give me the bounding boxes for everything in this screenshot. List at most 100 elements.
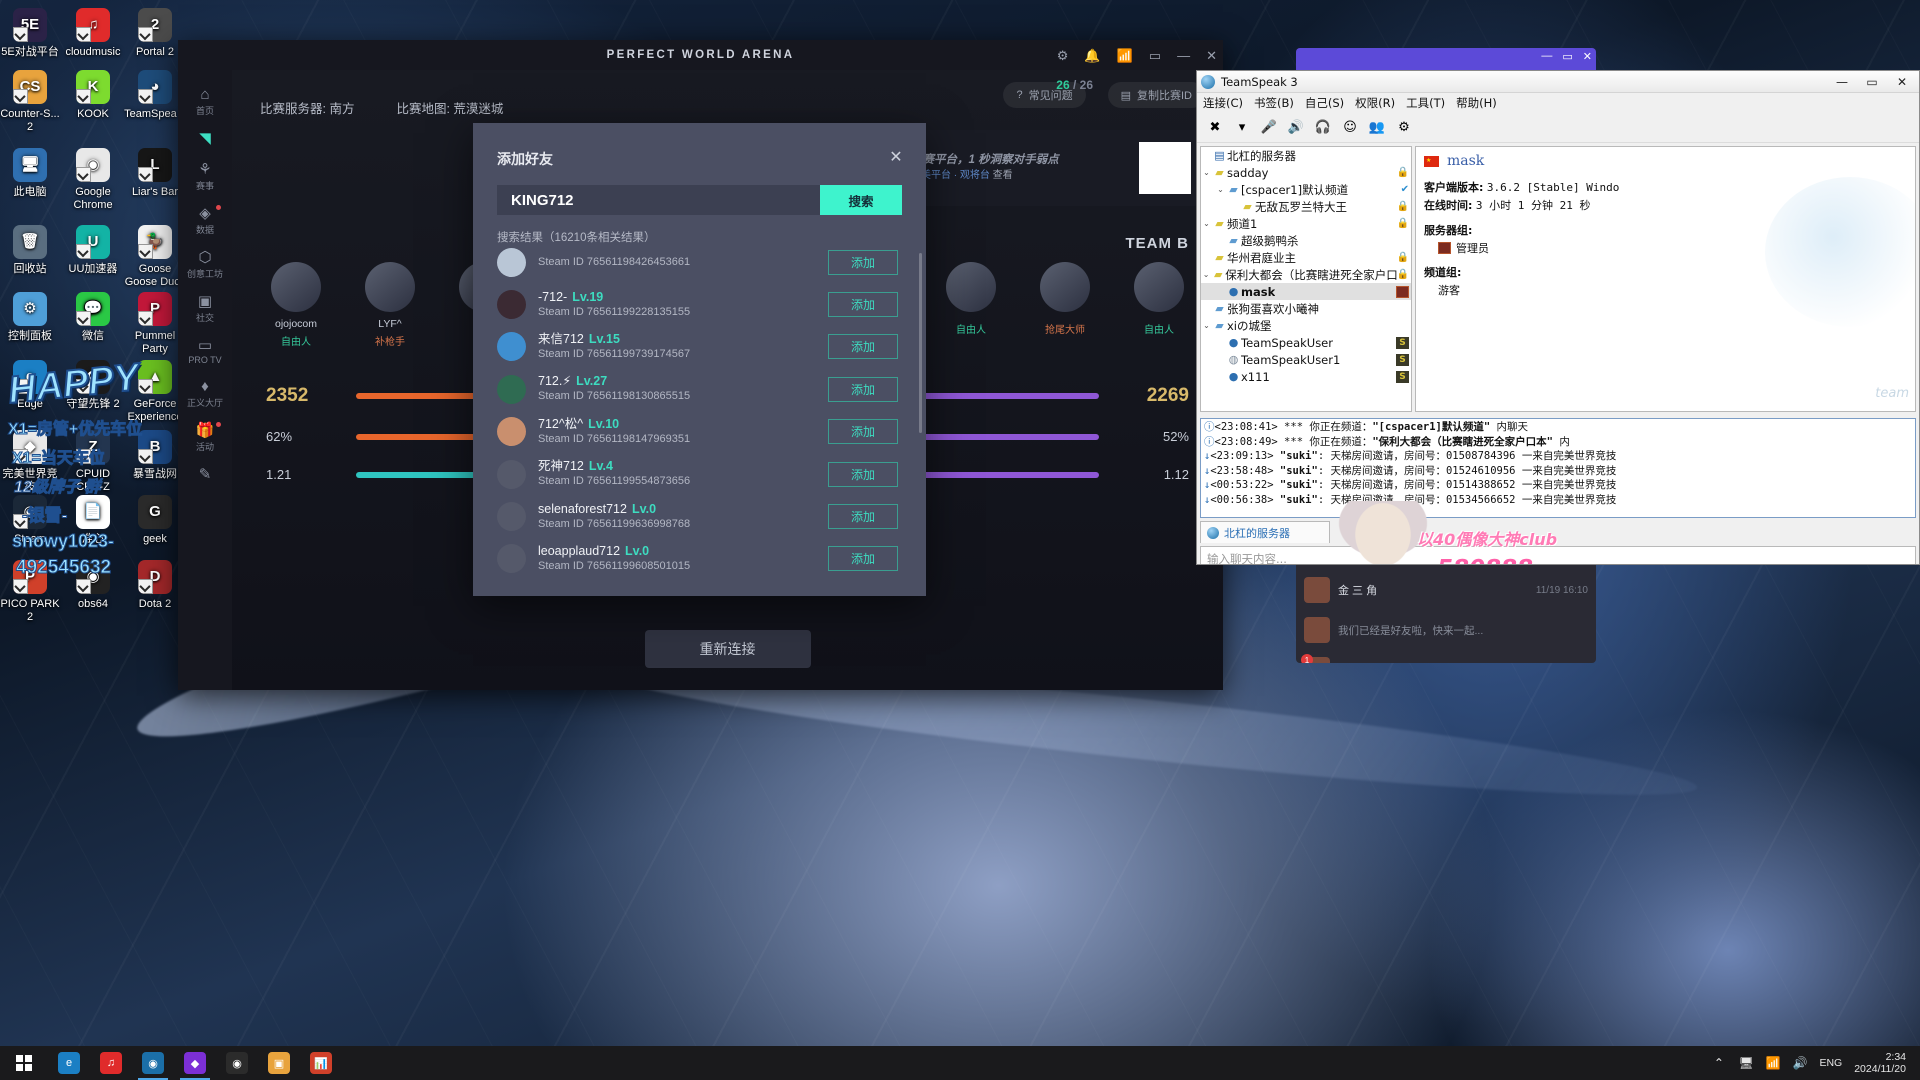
- search-input[interactable]: [497, 185, 820, 215]
- teamspeak-menu-item[interactable]: 自己(S): [1305, 95, 1344, 111]
- teamspeak-menu-item[interactable]: 帮助(H): [1456, 95, 1497, 111]
- smiley-icon[interactable]: ☺: [1340, 118, 1360, 138]
- users-icon[interactable]: 👥: [1367, 118, 1387, 138]
- teamspeak-toolbar[interactable]: ✖ ▾ 🎤 🔊 🎧 ☺ 👥 ⚙: [1197, 113, 1919, 143]
- add-friend-button[interactable]: 添加: [828, 504, 898, 530]
- desktop-icon[interactable]: L Liar's Bar: [124, 148, 186, 199]
- game-window-control[interactable]: ✕: [1206, 49, 1217, 62]
- taskbar-item[interactable]: ◉: [216, 1046, 258, 1080]
- chevron-down-icon[interactable]: ⌄: [1215, 185, 1226, 194]
- player-card[interactable]: ojojocom 自由人: [266, 262, 326, 348]
- reconnect-button[interactable]: 重新连接: [644, 630, 811, 668]
- volume-icon[interactable]: 🔊: [1792, 1056, 1807, 1070]
- desktop-icon[interactable]: Ggeek: [124, 495, 186, 546]
- disconnect-icon[interactable]: ✖: [1205, 118, 1225, 138]
- teamspeak-tree-row[interactable]: ▤ 北杠的服务器: [1201, 147, 1411, 164]
- desktop-icon[interactable]: P PICO PARK 2: [0, 560, 61, 623]
- teamspeak-menu-item[interactable]: 书签(B): [1254, 95, 1294, 111]
- game-window-control[interactable]: ▭: [1149, 49, 1161, 62]
- teamspeak-window-controls[interactable]: — ▭ ✕: [1827, 71, 1917, 92]
- clock[interactable]: 2:34 2024/11/20: [1854, 1051, 1906, 1075]
- desktop-icon[interactable]: ◉ Steam: [0, 495, 61, 546]
- desktop-icon[interactable]: ⚙ 控制面板: [0, 292, 61, 343]
- taskbar-items[interactable]: e ♫ ◉ ◆ ◉ ▣ 📊: [48, 1046, 342, 1080]
- desktop-icon[interactable]: Z CPUID CPU-Z: [62, 430, 124, 493]
- desktop-icon[interactable]: 🖥 此电脑: [0, 148, 61, 199]
- chevron-down-icon[interactable]: ⌄: [1201, 219, 1212, 228]
- search-result-row[interactable]: 712^松^ Lv.10 Steam ID 76561198147969351 添加: [497, 411, 910, 453]
- gear-icon[interactable]: ⚙: [1394, 118, 1414, 138]
- promo-banner[interactable]: 观赛平台，1 秒洞察对手弱点 完美平台 · 观将台 查看: [901, 130, 1201, 206]
- desktop-icon[interactable]: D Dota 2: [124, 560, 186, 611]
- game-toolbar-pill[interactable]: ▤ 复制比赛ID: [1107, 82, 1205, 108]
- teamspeak-window-control[interactable]: ✕: [1887, 71, 1917, 92]
- teamspeak-channel-tree[interactable]: ▤ 北杠的服务器 ⌄ ▰ sadday 🔒 ⌄ ▰ [cspacer1]默认频道 ✔ ▰ 无敌瓦罗兰特…: [1200, 146, 1412, 412]
- game-sidebar-item[interactable]: 🎁 活动: [181, 422, 229, 453]
- game-toolbar[interactable]: ? 常见问题 ▤ 复制比赛ID: [985, 74, 1223, 116]
- player-card[interactable]: 自由人: [941, 262, 1001, 336]
- game-sidebar-item[interactable]: ♦ 正义大厅: [181, 378, 229, 409]
- player-card[interactable]: 抢尾大师: [1035, 262, 1095, 336]
- teamspeak-tree-row[interactable]: ● TeamSpeakUser S: [1201, 334, 1411, 351]
- add-friend-button[interactable]: 添加: [828, 419, 898, 445]
- close-icon[interactable]: ✕: [886, 147, 906, 167]
- search-result-row[interactable]: 死神712 Lv.4 Steam ID 76561199554873656 添加: [497, 453, 910, 495]
- system-tray[interactable]: ⌃ 🖥 📶 🔊 ENG 2:34 2024/11/20: [1711, 1046, 1920, 1080]
- chevron-down-icon[interactable]: ⌄: [1201, 168, 1212, 177]
- taskbar-item[interactable]: ◉: [132, 1046, 174, 1080]
- team-b-players[interactable]: 自由人 抢尾大师 自由人: [941, 262, 1189, 336]
- teamspeak-tree-row[interactable]: ▰ 超级鹅鸭杀: [1201, 232, 1411, 249]
- player-card[interactable]: LYF^ 补枪手: [360, 262, 420, 348]
- teamspeak-tree-row[interactable]: ⌄ ▰ 频道1 🔒: [1201, 215, 1411, 232]
- desktop-icon[interactable]: 📄 准心: [62, 495, 124, 546]
- taskbar-item[interactable]: ▣: [258, 1046, 300, 1080]
- language-indicator[interactable]: ENG: [1819, 1057, 1842, 1069]
- search-button[interactable]: 搜索: [820, 185, 902, 215]
- desktop-icon[interactable]: e Edge: [0, 360, 61, 411]
- teamspeak-window-control[interactable]: —: [1827, 71, 1857, 92]
- game-window-control[interactable]: ⚙: [1057, 49, 1069, 62]
- game-sidebar-item[interactable]: ◥: [181, 130, 229, 148]
- teamspeak-tree-row[interactable]: ⌄ ▰ sadday 🔒: [1201, 164, 1411, 181]
- desktop-icon[interactable]: ♫ cloudmusic: [62, 8, 124, 59]
- teamspeak-tree-row[interactable]: ● mask: [1201, 283, 1411, 300]
- desktop-icon[interactable]: ◉ Google Chrome: [62, 148, 124, 211]
- search-result-row[interactable]: leoapplaud712 Lv.0 Steam ID 76561199608501…: [497, 538, 910, 580]
- desktop-icon[interactable]: K KOOK: [62, 70, 124, 121]
- teamspeak-tree-row[interactable]: ▰ 华州君庭业主 🔒: [1201, 249, 1411, 266]
- speaker-icon[interactable]: 🔊: [1286, 118, 1306, 138]
- desktop-icon[interactable]: 🦆 Goose Goose Duck: [124, 225, 186, 288]
- desktop-icon[interactable]: ◉ obs64: [62, 560, 124, 611]
- search-result-row[interactable]: 来信712 Lv.15 Steam ID 76561199739174567 添加: [497, 326, 910, 368]
- network-icon[interactable]: 📶: [1765, 1056, 1780, 1070]
- chat-window-controls[interactable]: — ▭ ✕: [1541, 50, 1592, 63]
- add-friend-button[interactable]: 添加: [828, 249, 898, 275]
- teamspeak-tree-row[interactable]: ▰ 张狗蛋喜欢小曦神: [1201, 300, 1411, 317]
- chat-list-item[interactable]: 我们已经是好友啦，快来一起...: [1296, 610, 1596, 650]
- desktop-icon[interactable]: Ω 守望先锋 2: [62, 360, 124, 411]
- teamspeak-menu-item[interactable]: 工具(T): [1406, 95, 1445, 111]
- search-result-row[interactable]: 712.⚡ Lv.27 Steam ID 76561198130865515 添加: [497, 368, 910, 410]
- add-friend-button[interactable]: 添加: [828, 292, 898, 318]
- search-result-row[interactable]: Steam ID 76561198426453661 添加: [497, 241, 910, 283]
- teamspeak-titlebar[interactable]: TeamSpeak 3 — ▭ ✕: [1197, 71, 1919, 93]
- chat-list-item[interactable]: 1抖音川镇掌 🌿11/19 14:21: [1296, 650, 1596, 663]
- headset-dropdown-icon[interactable]: 🎧: [1313, 118, 1333, 138]
- search-result-row[interactable]: -712- Lv.19 Steam ID 76561199228135155 添加: [497, 283, 910, 325]
- teamspeak-window[interactable]: TeamSpeak 3 — ▭ ✕ 连接(C) 书签(B) 自己(S) 权限(R) 工具(T…: [1196, 70, 1920, 565]
- desktop-icon[interactable]: P Pummel Party: [124, 292, 186, 355]
- teamspeak-tree-row[interactable]: ⌄ ▰ xiの城堡: [1201, 317, 1411, 334]
- desktop-icon[interactable]: B 暴雪战网: [124, 430, 186, 481]
- search-results-list[interactable]: Steam ID 76561198426453661 添加 -712- Lv.19 St…: [497, 241, 910, 582]
- taskbar-item[interactable]: ♫: [90, 1046, 132, 1080]
- game-sidebar-item[interactable]: ▣ 社交: [181, 293, 229, 324]
- game-window-control[interactable]: 🔔: [1084, 49, 1100, 62]
- desktop-icon[interactable]: 5E 5E对战平台: [0, 8, 61, 59]
- game-sidebar-item[interactable]: ✎: [181, 466, 229, 484]
- teamspeak-tree-row[interactable]: ● x111 S: [1201, 368, 1411, 385]
- desktop-icon[interactable]: 💬 微信: [62, 292, 124, 343]
- chat-list-item[interactable]: 金 三 角 11/19 16:10: [1296, 570, 1596, 610]
- chevron-down-icon[interactable]: ⌄: [1201, 270, 1211, 279]
- add-friend-button[interactable]: 添加: [828, 334, 898, 360]
- chat-window-titlebar[interactable]: — ▭ ✕: [1296, 48, 1596, 70]
